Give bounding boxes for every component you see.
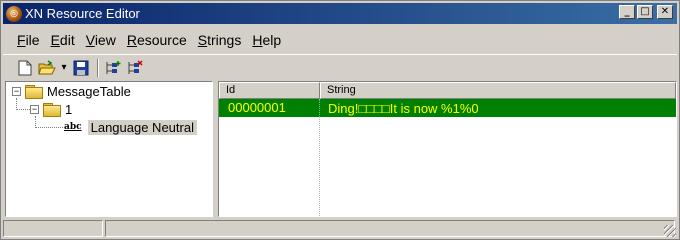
window-title: XN Resource Editor [25, 6, 140, 21]
menu-file[interactable]: File [17, 32, 40, 48]
add-resource-icon[interactable] [103, 58, 123, 78]
toolbar-separator [97, 58, 99, 77]
table-row[interactable]: 00000001 Ding!□□□□It is now %1%0 [219, 99, 676, 117]
resize-grip[interactable] [664, 225, 676, 237]
menu-help[interactable]: Help [252, 32, 281, 48]
save-icon[interactable] [71, 58, 91, 78]
status-panel [105, 220, 675, 237]
menu-bar: File Edit View Resource Strings Help [3, 28, 292, 52]
column-header-string[interactable]: String [320, 82, 676, 99]
menu-edit-accel: E [50, 32, 60, 48]
status-bar [3, 220, 677, 238]
cell-string: Ding!□□□□It is now %1%0 [328, 100, 479, 116]
collapse-icon[interactable]: − [12, 86, 21, 96]
column-header-id[interactable]: Id [219, 82, 320, 99]
minimize-button[interactable]: _ [619, 5, 635, 19]
folder-open-icon [43, 102, 61, 117]
tree-line [35, 127, 63, 128]
tree-node-label: 1 [65, 101, 73, 117]
delete-resource-icon[interactable] [125, 58, 145, 78]
window-controls: _ □ ✕ [619, 5, 673, 19]
dropdown-arrow-icon[interactable]: ▾ [59, 58, 69, 78]
menu-resource-label: esource [136, 32, 187, 48]
tree-node-messagetable[interactable]: − MessageTable [12, 82, 131, 100]
resource-tree[interactable]: − MessageTable − 1 abc Language Neutral [5, 81, 213, 217]
menu-help-label: elp [262, 32, 282, 48]
open-folder-icon[interactable] [37, 58, 57, 78]
close-button[interactable]: ✕ [657, 5, 673, 19]
menu-resource-accel: R [126, 32, 137, 48]
menu-view[interactable]: View [86, 32, 116, 48]
menu-view-accel: V [85, 32, 95, 48]
message-list[interactable]: Id String 00000001 Ding!□□□□It is now %1… [218, 81, 677, 217]
tree-node-1[interactable]: − 1 [30, 100, 72, 118]
menu-strings[interactable]: Strings [198, 32, 242, 48]
folder-open-icon [25, 84, 43, 99]
menu-edit-label: dit [59, 32, 75, 48]
new-file-icon[interactable] [15, 58, 35, 78]
tree-node-label: MessageTable [47, 83, 131, 99]
app-icon[interactable]: ◎ [6, 5, 22, 22]
title-bar[interactable]: ◎ XN Resource Editor _ □ ✕ [3, 3, 677, 24]
menu-file-label: ile [25, 32, 40, 48]
list-header: Id String [219, 82, 676, 99]
collapse-icon[interactable]: − [30, 104, 39, 114]
status-panel [3, 220, 103, 237]
tree-node-language-neutral[interactable]: abc Language Neutral [64, 118, 197, 136]
menu-help-accel: H [252, 32, 263, 48]
toolbar: ▾ [3, 54, 677, 80]
column-divider [319, 117, 320, 216]
menu-strings-label: trings [207, 32, 242, 48]
menu-edit[interactable]: Edit [51, 32, 75, 48]
menu-resource[interactable]: Resource [127, 32, 187, 48]
maximize-button[interactable]: □ [637, 5, 653, 19]
string-resource-icon: abc [64, 122, 82, 132]
menu-view-label: iew [94, 32, 116, 48]
menu-file-accel: F [17, 32, 26, 48]
tree-node-label: Language Neutral [87, 119, 197, 135]
cell-id: 00000001 [219, 99, 320, 117]
menu-strings-accel: S [197, 32, 208, 48]
app-window: ◎ XN Resource Editor _ □ ✕ File Edit Vie… [0, 0, 680, 240]
tree-line [16, 109, 30, 110]
